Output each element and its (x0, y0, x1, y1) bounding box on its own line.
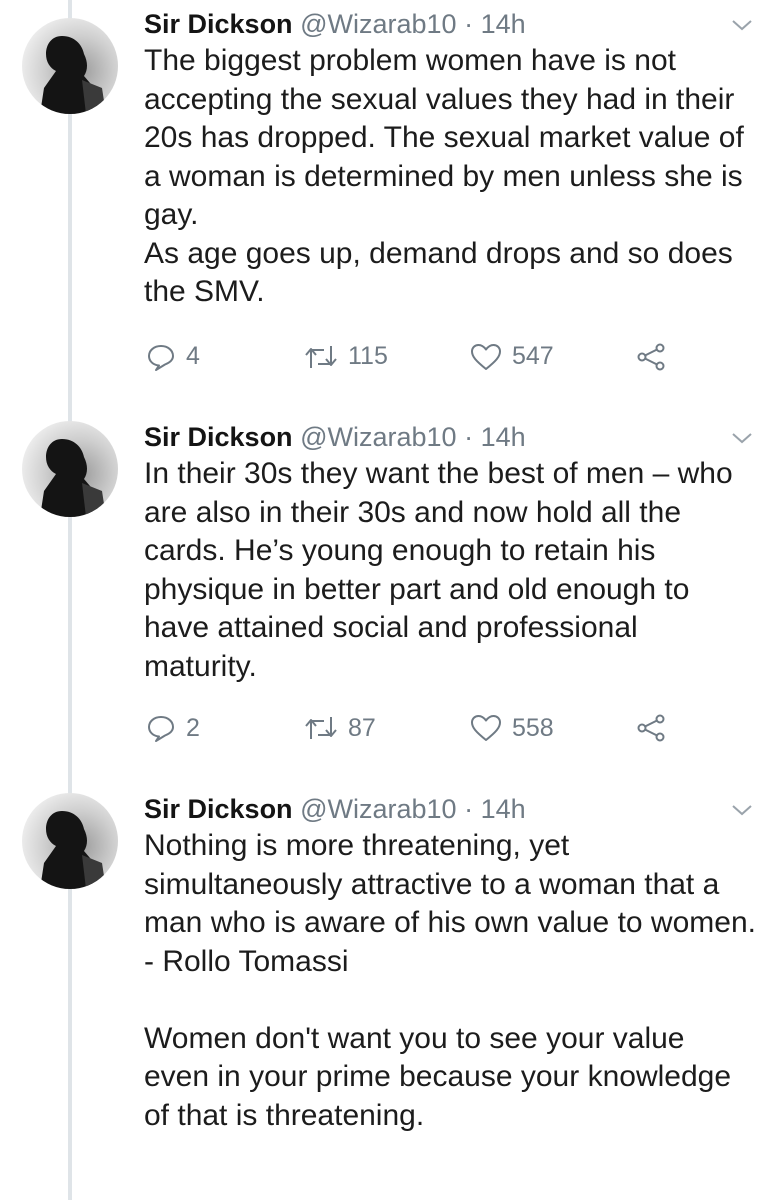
chevron-down-icon[interactable] (729, 797, 755, 823)
like-icon (471, 343, 501, 370)
like-button[interactable]: 547 (470, 337, 554, 377)
separator-dot: · (464, 9, 474, 39)
avatar[interactable] (22, 793, 118, 889)
author-name[interactable]: Sir Dickson (144, 794, 293, 824)
tweet-actions: 2 87 558 (144, 708, 757, 748)
author-name[interactable]: Sir Dickson (144, 422, 293, 452)
retweet-count: 87 (348, 713, 376, 742)
separator-dot: · (464, 422, 474, 452)
avatar[interactable] (22, 18, 118, 114)
share-icon (637, 343, 665, 370)
tweet-header: Sir Dickson @Wizarab10 · 14h (144, 6, 757, 42)
retweet-button[interactable]: 87 (304, 708, 376, 748)
reply-count: 4 (186, 342, 200, 370)
reply-button[interactable]: 2 (146, 708, 200, 748)
tweet-paragraph: - Rollo Tomassi (144, 944, 349, 978)
share-icon (637, 714, 665, 742)
author-name[interactable]: Sir Dickson (144, 9, 293, 39)
separator-dot: · (464, 794, 474, 824)
thread-line (68, 0, 72, 1200)
retweet-button[interactable]: 115 (304, 337, 388, 377)
tweet-paragraph: As age goes up, demand drops and so does… (144, 236, 733, 309)
author-handle[interactable]: @Wizarab10 (300, 9, 456, 39)
like-button[interactable]: 558 (470, 708, 554, 748)
chevron-down-icon[interactable] (729, 12, 755, 38)
tweet-paragraph: In their 30s they want the best of men –… (144, 457, 733, 683)
tweet-text: In their 30s they want the best of men –… (144, 455, 757, 686)
tweet-header: Sir Dickson @Wizarab10 · 14h (144, 791, 757, 827)
retweet-count: 115 (348, 342, 388, 370)
tweet-paragraph: Nothing is more threatening, yet simulta… (144, 829, 756, 939)
timestamp[interactable]: 14h (481, 794, 526, 824)
author-handle[interactable]: @Wizarab10 (300, 422, 456, 452)
reply-icon (148, 716, 174, 742)
reply-count: 2 (186, 713, 200, 742)
tweet-header: Sir Dickson @Wizarab10 · 14h (144, 419, 757, 455)
reply-button[interactable]: 4 (146, 337, 200, 377)
chevron-down-icon[interactable] (729, 425, 755, 451)
tweet-paragraph: The biggest problem women have is not ac… (144, 44, 744, 231)
timestamp[interactable]: 14h (481, 9, 526, 39)
tweet-text: Nothing is more threatening, yet simulta… (144, 827, 757, 1135)
like-count: 547 (512, 342, 554, 370)
avatar[interactable] (22, 421, 118, 517)
timestamp[interactable]: 14h (481, 422, 526, 452)
author-handle[interactable]: @Wizarab10 (300, 794, 456, 824)
like-icon (471, 715, 501, 741)
like-count: 558 (512, 713, 554, 742)
retweet-icon (305, 345, 337, 368)
reply-icon (148, 344, 174, 371)
share-button[interactable] (636, 708, 666, 748)
share-button[interactable] (636, 337, 666, 377)
tweet-text: The biggest problem women have is not ac… (144, 42, 757, 312)
tweet-actions: 4 115 547 (144, 337, 757, 377)
tweet-paragraph: Women don't want you to see your value e… (144, 1021, 732, 1132)
retweet-icon (305, 717, 337, 739)
